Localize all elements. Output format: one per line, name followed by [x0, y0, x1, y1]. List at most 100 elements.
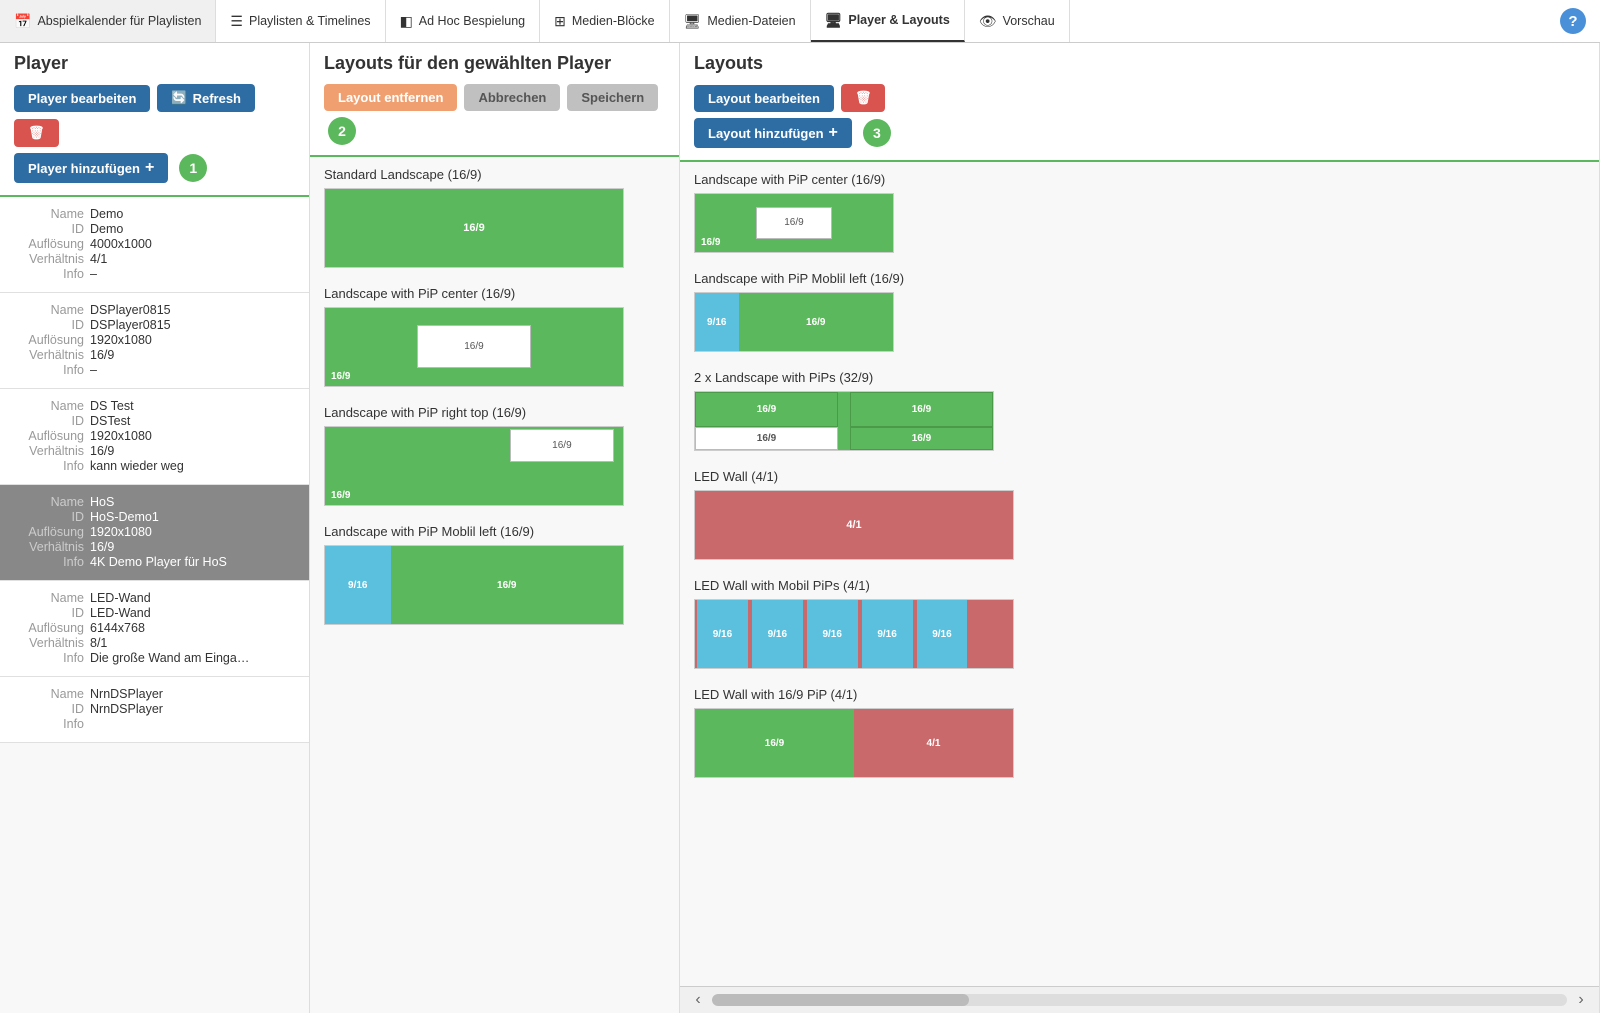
layout-ratio-label: 4/1	[695, 491, 1013, 559]
player-edit-button[interactable]: Player bearbeiten	[14, 85, 150, 112]
layout-entry[interactable]: Landscape with PiP Moblil left (16/9) 9/1…	[694, 271, 1585, 352]
main-ratio-label: 16/9	[391, 546, 623, 624]
assigned-layouts-list[interactable]: Standard Landscape (16/9)16/9Landscape w…	[310, 155, 679, 1013]
player-field-label: Verhältnis	[14, 540, 84, 554]
player-item[interactable]: NameDemoIDDemoAuflösung4000x1000Verhältn…	[0, 197, 309, 293]
layout-entry[interactable]: Landscape with PiP Moblil left (16/9) 9/1…	[324, 524, 665, 625]
player-field-value: kann wieder weg	[90, 459, 184, 473]
layout-preview: 16/916/916/916/9	[694, 391, 994, 451]
toolbar-player-top: Player bearbeiten 🔄 Refresh 🗑	[14, 84, 295, 147]
layout-delete-button[interactable]: 🗑	[841, 84, 886, 112]
player-field-value: DSPlayer0815	[90, 318, 171, 332]
layout-title: Landscape with PiP Moblil left (16/9)	[694, 271, 1585, 286]
column3-header: Layouts Layout bearbeiten 🗑 Layout hinzu…	[680, 43, 1599, 160]
player-list[interactable]: NameDemoIDDemoAuflösung4000x1000Verhältn…	[0, 195, 309, 1013]
nav-vorschau[interactable]: 👁 Vorschau	[965, 0, 1070, 42]
player-field-label: ID	[14, 318, 84, 332]
player-item[interactable]: NameDSPlayer0815IDDSPlayer0815Auflösung1…	[0, 293, 309, 389]
player-field-value: 6144x768	[90, 621, 145, 635]
player-field-label: Name	[14, 303, 84, 317]
top-nav: 📅 Abspielkalender für Playlisten ☰ Playl…	[0, 0, 1600, 43]
layout-add-button[interactable]: Layout hinzufügen +	[694, 118, 852, 148]
layout-preview: 4/1	[694, 490, 1014, 560]
nav-adhoc[interactable]: ◧ Ad Hoc Bespielung	[386, 0, 541, 42]
nav-medien-dateien[interactable]: 🖥 Medien-Dateien	[670, 0, 811, 42]
nav-medien-bloecke[interactable]: ⊞ Medien-Blöcke	[540, 0, 669, 42]
plus-icon: +	[145, 159, 154, 177]
layout-cancel-button[interactable]: Abbrechen	[464, 84, 560, 111]
horizontal-scrollbar[interactable]: ‹ ›	[680, 986, 1599, 1013]
scroll-left-arrow[interactable]: ‹	[688, 991, 708, 1009]
player-item[interactable]: NameNrnDSPlayerIDNrnDSPlayerInfo	[0, 677, 309, 743]
player-item[interactable]: NameLED-WandIDLED-WandAuflösung6144x768V…	[0, 581, 309, 677]
column-selected-layouts: Layouts für den gewählten Player Layout …	[310, 43, 680, 1013]
layout-title: Landscape with PiP center (16/9)	[324, 286, 665, 301]
player-field-label: Verhältnis	[14, 348, 84, 362]
layout-entry[interactable]: Standard Landscape (16/9)16/9	[324, 167, 665, 268]
player-item[interactable]: NameHoSIDHoS-Demo1Auflösung1920x1080Verh…	[0, 485, 309, 581]
player-field-label: Verhältnis	[14, 636, 84, 650]
layout-title: Landscape with PiP Moblil left (16/9)	[324, 524, 665, 539]
player-field-label: Auflösung	[14, 333, 84, 347]
player-field-label: Auflösung	[14, 429, 84, 443]
pip-mobile-box: 9/16	[695, 293, 739, 351]
layout-entry[interactable]: Landscape with PiP center (16/9)16/916/9	[324, 286, 665, 387]
step-badge-3: 3	[863, 119, 891, 147]
h-scroll-track[interactable]	[712, 994, 1567, 1006]
layout-section: 16/9	[695, 392, 838, 427]
scroll-right-arrow[interactable]: ›	[1571, 991, 1591, 1009]
player-field-value: LED-Wand	[90, 606, 151, 620]
player-field-label: Info	[14, 555, 84, 569]
layout-preview: 9/1616/9	[324, 545, 624, 625]
layout-edit-button[interactable]: Layout bearbeiten	[694, 85, 834, 112]
player-field-value: –	[90, 267, 97, 281]
layout-section: 16/9	[850, 392, 993, 427]
refresh-icon: 🔄	[171, 90, 187, 106]
player-field-label: Name	[14, 399, 84, 413]
layout-entry[interactable]: LED Wall (4/1)4/1	[694, 469, 1585, 560]
player-field-value: 16/9	[90, 348, 114, 362]
all-layouts-list[interactable]: Landscape with PiP center (16/9)16/916/9…	[680, 160, 1599, 986]
player-field-label: Info	[14, 267, 84, 281]
grid-icon: ⊞	[554, 13, 566, 30]
calendar-icon: 📅	[14, 13, 31, 30]
player-add-button[interactable]: Player hinzufügen +	[14, 153, 168, 183]
player-field-value: HoS	[90, 495, 114, 509]
player-item[interactable]: NameDS TestIDDSTestAuflösung1920x1080Ver…	[0, 389, 309, 485]
layout-entry[interactable]: Landscape with PiP right top (16/9) 16/91…	[324, 405, 665, 506]
nav-abspielkalender[interactable]: 📅 Abspielkalender für Playlisten	[0, 0, 216, 42]
help-icon: ?	[1560, 8, 1586, 34]
player-field-value: 1920x1080	[90, 429, 152, 443]
player-field-label: ID	[14, 702, 84, 716]
monitor-icon: 🖥	[684, 13, 702, 30]
player-refresh-button[interactable]: 🔄 Refresh	[157, 84, 255, 112]
player-field-label: Info	[14, 363, 84, 377]
nav-player-layouts[interactable]: 🖥 Player & Layouts	[811, 0, 965, 42]
nav-playlisten[interactable]: ☰ Playlisten & Timelines	[216, 0, 385, 42]
layout-save-button[interactable]: Speichern	[567, 84, 658, 111]
layout-entry[interactable]: 2 x Landscape with PiPs (32/9)16/916/916…	[694, 370, 1585, 451]
layout-title: Landscape with PiP right top (16/9)	[324, 405, 665, 420]
player-field-value: –	[90, 363, 97, 377]
eye-icon: 👁	[979, 13, 997, 30]
column2-header: Layouts für den gewählten Player Layout …	[310, 43, 679, 155]
player-delete-button[interactable]: 🗑	[14, 119, 59, 147]
layout-preview: 16/916/9	[324, 426, 624, 506]
layout-entry[interactable]: LED Wall with Mobil PiPs (4/1)9/169/169/…	[694, 578, 1585, 669]
help-button[interactable]: ?	[1546, 0, 1600, 42]
player-field-label: Info	[14, 459, 84, 473]
player-field-value: DSTest	[90, 414, 130, 428]
layout-title: Standard Landscape (16/9)	[324, 167, 665, 182]
column1-header: Player Player bearbeiten 🔄 Refresh 🗑 Pla…	[0, 43, 309, 195]
player-field-label: Name	[14, 207, 84, 221]
layout-section: 16/9	[850, 427, 993, 450]
layout-entry[interactable]: LED Wall with 16/9 PiP (4/1)16/94/1	[694, 687, 1585, 778]
layout-preview: 9/169/169/169/169/16	[694, 599, 1014, 669]
pip-box: 16/9	[510, 429, 614, 462]
player-field-value: 8/1	[90, 636, 107, 650]
player-field-label: Info	[14, 651, 84, 665]
layout-remove-button[interactable]: Layout entfernen	[324, 84, 457, 111]
list-icon: ☰	[230, 13, 243, 30]
layout-entry[interactable]: Landscape with PiP center (16/9)16/916/9	[694, 172, 1585, 253]
main-section: 16/9	[695, 709, 854, 777]
